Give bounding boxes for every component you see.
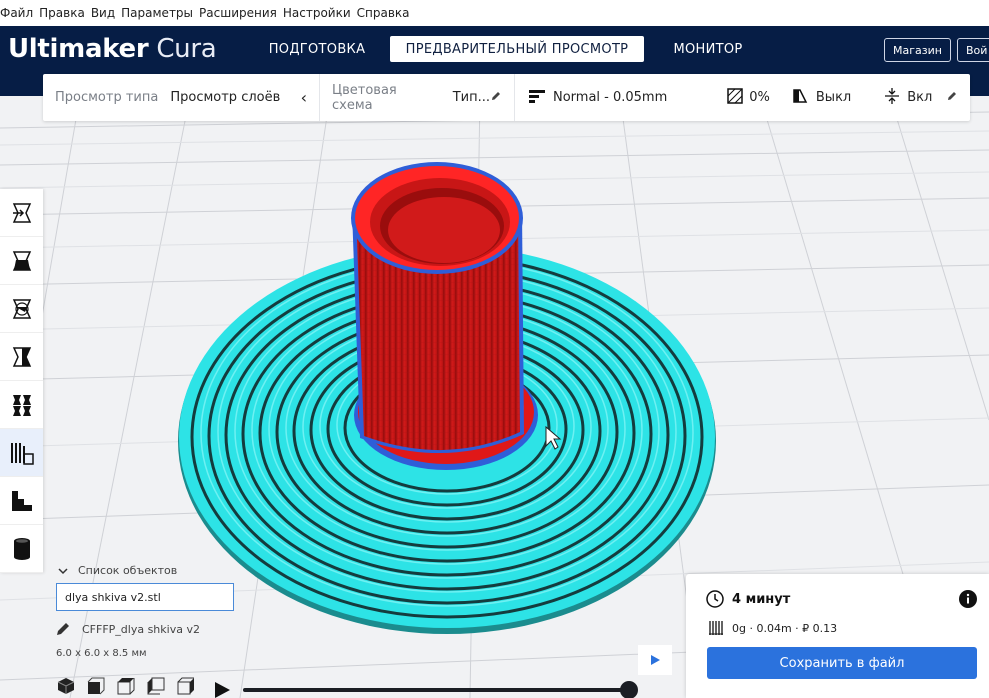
right-view-icon[interactable] (176, 677, 196, 695)
tab-prepare[interactable]: ПОДГОТОВКА (262, 36, 372, 62)
layer-play-icon[interactable] (213, 681, 231, 698)
menu-help[interactable]: Справка (354, 6, 413, 20)
layer-slider-handle[interactable] (620, 681, 638, 698)
infill-icon (727, 87, 744, 108)
profile-icon (529, 89, 545, 107)
model-dimensions: 6.0 x 6.0 x 8.5 мм (56, 648, 147, 659)
move-icon (12, 202, 31, 223)
left-view-icon[interactable] (146, 677, 166, 695)
scale-tool[interactable] (0, 237, 43, 285)
app-logo: Ultimaker Cura (8, 34, 217, 64)
print-time: 4 минут (732, 591, 791, 607)
adhesion-icon (885, 87, 900, 108)
rotate-tool[interactable] (0, 285, 43, 333)
preview-toolbar: Просмотр типа Просмотр слоёв ‹ Цветовая … (43, 74, 970, 121)
menu-edit[interactable]: Правка (36, 6, 88, 20)
menu-extensions[interactable]: Расширения (196, 6, 280, 20)
chevron-left-icon[interactable]: ‹ (301, 88, 307, 107)
top-view-icon[interactable] (116, 677, 136, 695)
scale-icon (12, 250, 31, 271)
menu-settings[interactable]: Параметры (118, 6, 196, 20)
menu-preferences[interactable]: Настройки (280, 6, 354, 20)
support-value: Выкл (815, 90, 852, 105)
menu-view[interactable]: Вид (88, 6, 118, 20)
marketplace-button[interactable]: Магазин (884, 38, 951, 62)
signin-button[interactable]: Вой (957, 38, 989, 62)
filament-icon (709, 621, 723, 635)
chevron-down-icon (58, 567, 68, 574)
stairs-icon (11, 490, 32, 511)
profile-label: Normal - 0.05mm (553, 90, 668, 105)
stairs-tool[interactable] (0, 477, 43, 525)
tab-monitor[interactable]: МОНИТОР (662, 36, 754, 62)
view-type-label: Просмотр типа (55, 90, 159, 105)
model-tower (351, 162, 524, 454)
menubar: Файл Правка Вид Параметры Расширения Нас… (0, 0, 989, 26)
front-view-icon[interactable] (86, 677, 106, 695)
color-scheme-value: Тип... (452, 90, 490, 105)
per-model-settings-tool[interactable] (0, 381, 43, 429)
mirror-tool[interactable] (0, 333, 43, 381)
per-model-settings-icon (12, 394, 31, 416)
move-tool[interactable] (0, 189, 43, 237)
simulation-play-button[interactable] (638, 645, 672, 675)
print-settings-summary[interactable]: Normal - 0.05mm 0% Выкл Вкл (515, 74, 970, 121)
logo-bold-text: Ultimaker (8, 34, 149, 64)
support-blocker-icon (10, 442, 34, 465)
print-time-row: 4 минут (706, 590, 790, 608)
pencil-icon[interactable] (490, 90, 502, 106)
support-blocker-tool[interactable] (0, 429, 43, 477)
print-summary-panel: 4 минут 0g · 0.04m · ₽ 0.13 Сохранить в … (686, 574, 989, 698)
pencil-icon (57, 623, 69, 635)
object-list-item[interactable]: dlya shkiva v2.stl (56, 583, 234, 611)
view-type-value: Просмотр слоёв (170, 90, 281, 105)
color-scheme-label: Цветовая схема (332, 82, 397, 113)
rotate-icon (12, 298, 31, 319)
play-icon (651, 655, 660, 665)
color-scheme-selector[interactable]: Цветовая схема Тип... (320, 74, 514, 121)
material-usage: 0g · 0.04m · ₽ 0.13 (732, 621, 838, 635)
camera-view-buttons (56, 677, 196, 695)
tab-preview[interactable]: ПРЕДВАРИТЕЛЬНЫЙ ПРОСМОТР (390, 36, 644, 62)
job-name[interactable]: CFFFP_dlya shkiva v2 (82, 623, 200, 636)
menu-file[interactable]: Файл (0, 6, 36, 20)
support-icon (792, 88, 808, 108)
material-row: 0g · 0.04m · ₽ 0.13 (708, 620, 837, 636)
infill-value: 0% (749, 90, 770, 105)
clock-icon (706, 590, 724, 608)
object-list-header[interactable]: Список объектов (58, 564, 177, 577)
object-list-title: Список объектов (78, 564, 178, 577)
mirror-icon (12, 346, 31, 367)
logo-light-text: Cura (156, 34, 217, 64)
edit-settings-icon[interactable] (946, 90, 958, 106)
view-type-selector[interactable]: Просмотр типа Просмотр слоёв ‹ (43, 74, 319, 121)
tool-strip (0, 189, 43, 573)
layer-slider-track[interactable] (243, 688, 629, 692)
job-name-row: CFFFP_dlya shkiva v2 (56, 622, 200, 636)
cylinder-tool[interactable] (0, 525, 43, 573)
adhesion-value: Вкл (907, 90, 933, 105)
save-to-file-button[interactable]: Сохранить в файл (707, 647, 977, 679)
3d-view-icon[interactable] (56, 677, 76, 695)
cylinder-icon (13, 537, 30, 560)
info-icon[interactable] (959, 590, 977, 612)
